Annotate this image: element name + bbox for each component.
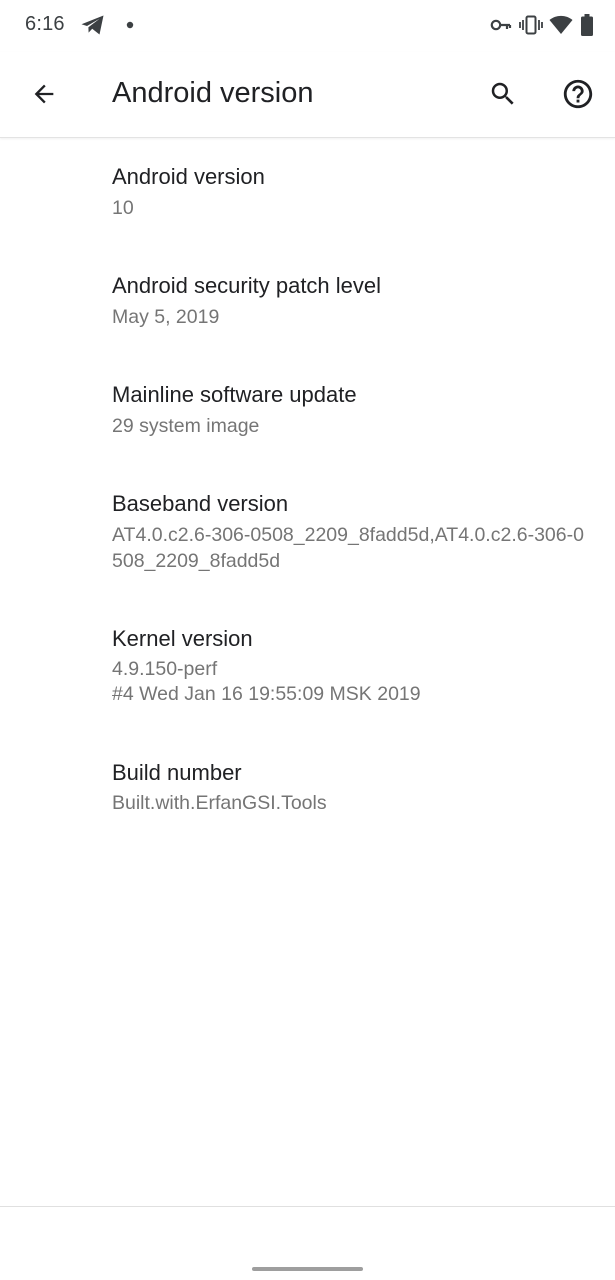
navigation-bar [0, 1206, 615, 1280]
search-button[interactable] [479, 70, 527, 118]
help-button[interactable] [554, 70, 602, 118]
pref-summary: AT4.0.c2.6-306-0508_2209_8fadd5d,AT4.0.c… [112, 524, 584, 572]
pref-summary: Built.with.ErfanGSI.Tools [112, 792, 327, 814]
home-gesture-handle[interactable] [252, 1267, 363, 1271]
pref-title: Android version [112, 164, 265, 189]
status-notification-icons [80, 13, 134, 37]
arrow-back-icon [30, 80, 58, 108]
pref-summary-line-2: #4 Wed Jan 16 19:55:09 MSK 2019 [112, 683, 421, 705]
status-system-icons [490, 13, 593, 37]
status-time: 6:16 [25, 13, 65, 35]
pref-title: Kernel version [112, 626, 253, 651]
pref-mainline-software-update[interactable]: Mainline software update 29 system image [0, 355, 615, 464]
pref-title: Build number [112, 760, 242, 785]
pref-build-number[interactable]: Build number Built.with.ErfanGSI.Tools [0, 732, 615, 840]
status-bar: 6:16 [0, 0, 615, 52]
search-icon [488, 79, 518, 109]
back-button[interactable] [20, 70, 68, 118]
battery-icon [581, 14, 593, 36]
telegram-icon [80, 14, 106, 36]
pref-summary: 29 system image [112, 415, 260, 437]
vpn-key-icon [490, 17, 512, 33]
pref-title: Baseband version [112, 491, 289, 516]
page-title: Android version [112, 77, 314, 109]
help-icon [561, 77, 595, 111]
vibrate-icon [519, 15, 543, 35]
pref-summary: May 5, 2019 [112, 306, 220, 328]
pref-android-version[interactable]: Android version 10 [0, 138, 615, 246]
wifi-icon [549, 15, 573, 35]
pref-security-patch-level[interactable]: Android security patch level May 5, 2019 [0, 246, 615, 355]
pref-title: Mainline software update [112, 382, 357, 407]
pref-kernel-version[interactable]: Kernel version 4.9.150-perf #4 Wed Jan 1… [0, 598, 615, 732]
settings-screen: 6:16 Android version Android version 10 … [0, 0, 615, 1280]
pref-summary-line-1: 4.9.150-perf [112, 658, 218, 680]
pref-summary: 10 [112, 197, 134, 219]
notification-dot-icon [126, 21, 134, 29]
pref-title: Android security patch level [112, 273, 382, 298]
app-bar: Android version [0, 52, 615, 138]
pref-baseband-version[interactable]: Baseband version AT4.0.c2.6-306-0508_220… [0, 464, 615, 598]
